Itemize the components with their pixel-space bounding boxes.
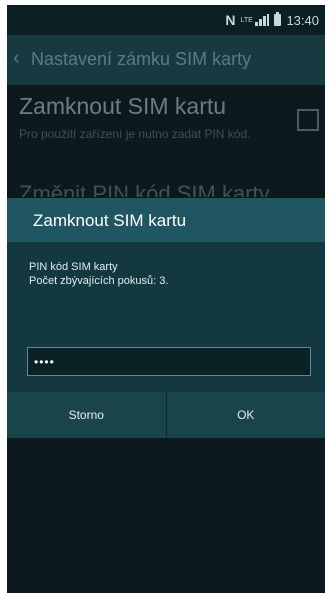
setting-lock-sim-description: Pro použití zařízení je nutno zadat PIN … [19,127,251,141]
setting-lock-sim-title: Zamknout SIM kartu [19,93,227,119]
page-title: Nastavení zámku SIM karty [31,49,252,69]
dialog-message-line2: Počet zbývajících pokusů: 3. [29,275,169,287]
dialog-message-line1: PIN kód SIM karty [29,261,118,273]
clock: 13:40 [286,12,319,28]
lock-sim-checkbox[interactable] [297,109,319,131]
status-icons: N LTE 13:40 [225,12,319,28]
dialog-button-row: Storno OK [7,392,325,438]
dialog-title: Zamknout SIM kartu [33,211,187,230]
nfc-icon: N [225,12,236,28]
dialog-message: PIN kód SIM karty Počet zbývajících poku… [29,260,168,288]
ok-button[interactable]: OK [167,392,326,438]
dialog-header: Zamknout SIM kartu [7,198,325,242]
battery-icon [274,12,282,26]
action-bar: ‹ Nastavení zámku SIM karty [7,35,325,85]
signal-icon [255,14,270,26]
phone-screen: N LTE 13:40 ‹ Nastavení zámku SIM karty … [7,5,325,593]
pin-dialog: Zamknout SIM kartu PIN kód SIM karty Poč… [7,198,325,438]
status-bar: N LTE 13:40 [7,5,325,35]
setting-change-pin-title: Změnit PIN kód SIM karty [19,181,270,197]
pin-input[interactable] [27,347,311,376]
cancel-button[interactable]: Storno [7,392,166,438]
lte-icon: LTE [240,16,253,24]
chevron-left-icon[interactable]: ‹ [13,47,20,70]
